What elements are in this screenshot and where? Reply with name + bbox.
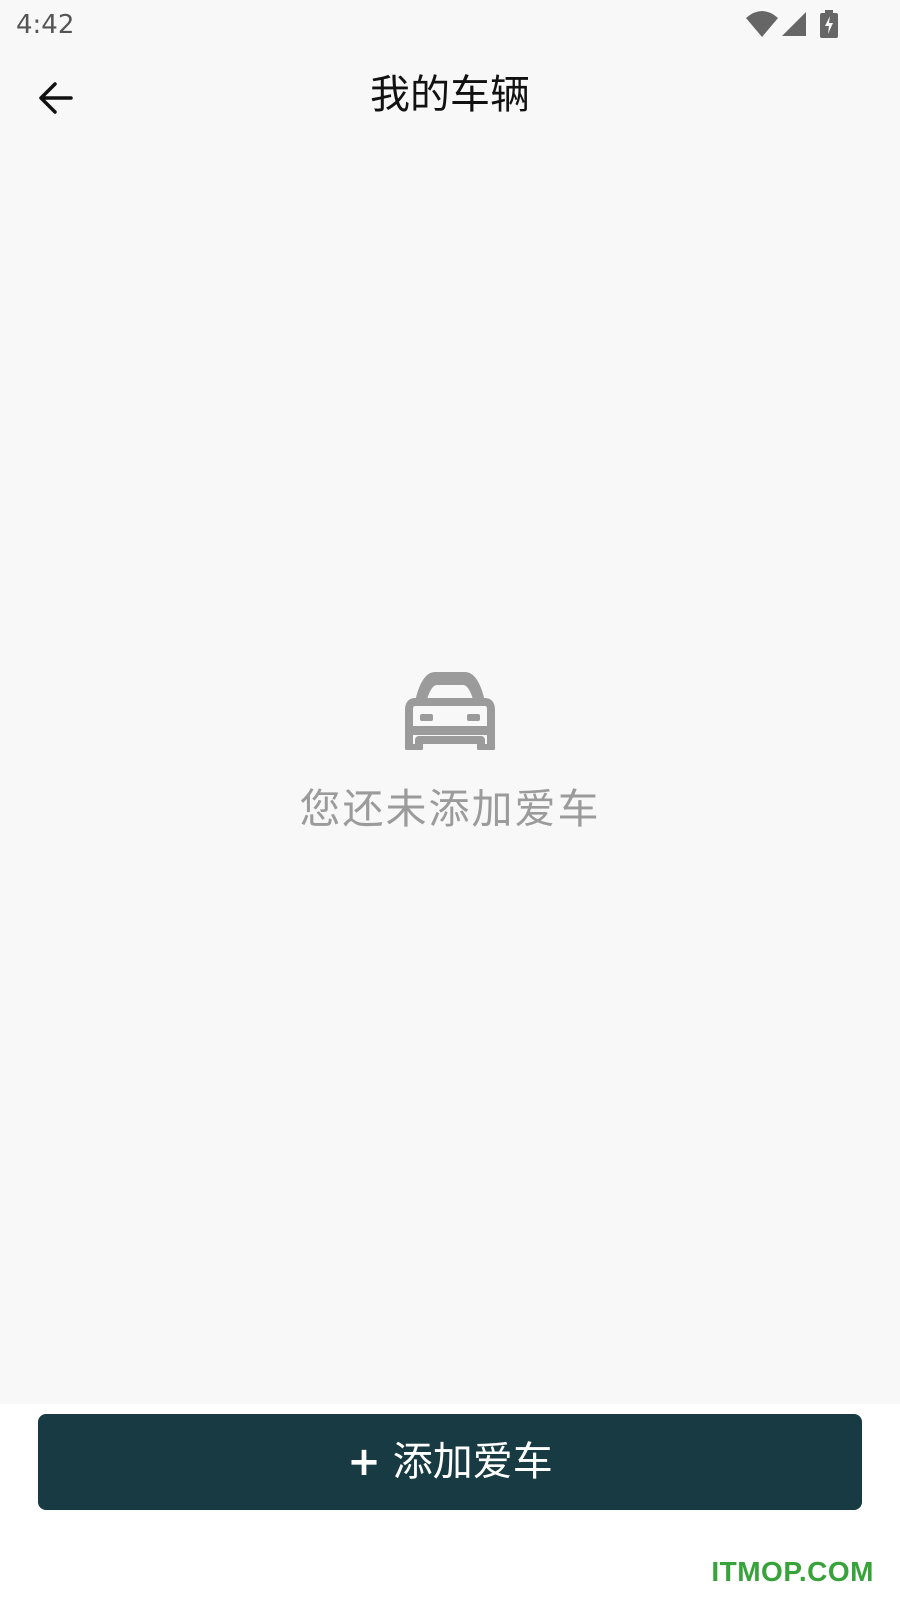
empty-message: 您还未添加爱车 [299,785,601,833]
bottom-area: + 添加爱车 ITMOP.COM [0,1404,900,1600]
signal-icon [780,10,808,38]
status-time: 4:42 [16,10,75,40]
app-bar: 我的车辆 [0,56,900,144]
add-car-button[interactable]: + 添加爱车 [38,1414,862,1510]
add-car-label: 添加爱车 [392,1439,553,1485]
watermark: ITMOP.COM [711,1556,874,1587]
car-icon [405,670,495,754]
plus-icon: + [347,1439,381,1485]
status-bar: 4:42 [0,0,900,50]
battery-charging-icon [820,10,838,38]
page-title: 我的车辆 [370,72,530,118]
empty-state: 您还未添加爱车 [0,670,900,834]
status-icons [746,10,838,38]
wifi-icon [746,10,778,38]
